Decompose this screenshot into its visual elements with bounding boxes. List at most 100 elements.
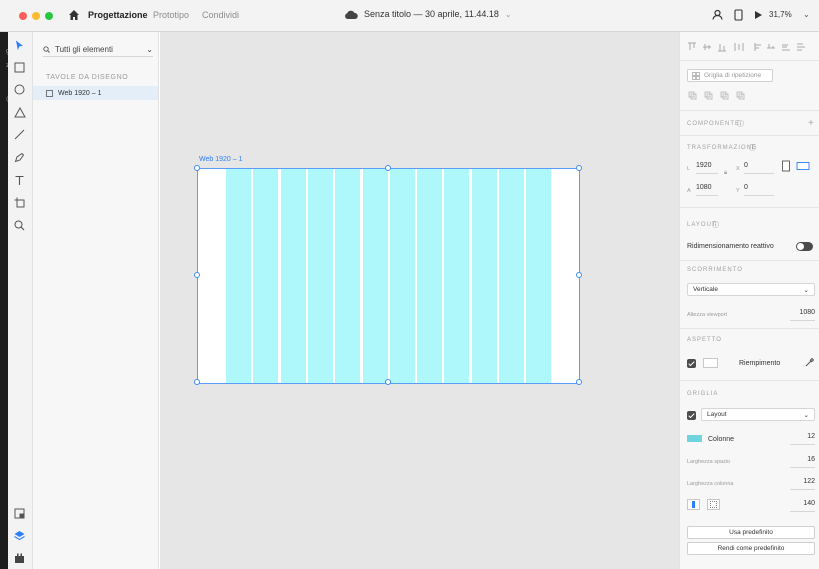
background-window-edge: g z @ [0,0,13,569]
tab-design[interactable]: Progettazione [88,10,148,20]
chevron-down-icon: ⌄ [504,9,512,19]
separate-margins-button[interactable] [707,499,720,510]
chevron-down-icon: ⌄ [803,286,809,294]
grid-column [471,169,497,383]
grid-section-title: GRIGLIA [687,391,719,397]
layers-filter[interactable]: Tutti gli elementi ⌄ [43,43,153,57]
mobile-preview-icon[interactable] [734,9,743,21]
plugins-icon[interactable] [13,551,26,564]
minimize-window-button[interactable] [32,12,40,20]
document-title-text: Senza titolo — 30 aprile, 11.44.18 [364,9,499,19]
columns-field[interactable]: 12 [790,433,815,445]
width-field[interactable]: 1920 [696,162,718,174]
divider [680,380,819,381]
divider [680,110,819,111]
text-tool-icon[interactable] [13,174,26,187]
x-field[interactable]: 0 [744,162,774,174]
select-tool-icon[interactable] [13,39,26,52]
chevron-down-icon: ⌄ [146,45,153,54]
margin-field[interactable]: 140 [790,500,815,512]
responsive-resize-label: Ridimensionamento reattivo [687,243,774,250]
info-icon[interactable]: ⓘ [749,143,756,153]
repeat-grid-button[interactable]: Griglia di ripetizione [687,69,773,82]
grid-type-dropdown[interactable]: Layout ⌄ [701,408,815,421]
divider [680,328,819,329]
grid-column [417,169,443,383]
grid-checkbox[interactable] [687,411,696,420]
design-canvas[interactable]: Web 1920 – 1 [160,32,679,569]
assets-icon[interactable] [13,507,26,520]
grid-column [253,169,279,383]
scroll-dropdown[interactable]: Verticale ⌄ [687,283,815,296]
add-component-icon[interactable]: + [808,118,814,129]
height-field[interactable]: 1080 [696,184,718,196]
linked-margins-icon [692,501,695,508]
viewport-height-label: Altezza viewport [687,312,728,318]
document-title[interactable]: Senza titolo — 30 aprile, 11.44.18 ⌄ [344,9,512,19]
y-label: Y [736,188,740,194]
zoom-level[interactable]: 31,7% [769,10,792,19]
viewport-height-field[interactable]: 1080 [790,309,815,321]
layers-icon[interactable] [13,529,26,542]
divider [680,207,819,208]
ellipse-tool-icon[interactable] [13,83,26,96]
use-default-button[interactable]: Usa predefinito [687,526,815,539]
divider [680,60,819,61]
zoom-tool-icon[interactable] [13,219,26,232]
play-icon[interactable] [754,10,763,20]
layer-item-artboard[interactable]: Web 1920 – 1 [33,86,158,100]
polygon-tool-icon[interactable] [13,106,26,119]
column-width-field[interactable]: 122 [790,478,815,490]
portrait-orientation-icon[interactable] [780,160,792,172]
layers-panel: Tutti gli elementi ⌄ TAVOLE DA DISEGNO W… [33,32,159,569]
maximize-window-button[interactable] [45,12,53,20]
grid-column [389,169,415,383]
x-label: X [736,166,740,172]
resize-handle-bottom[interactable] [385,379,391,385]
fill-color-swatch[interactable] [703,358,718,368]
resize-handle-left[interactable] [194,272,200,278]
artboard-tool-icon[interactable] [13,196,26,209]
eyedropper-icon[interactable] [804,357,815,368]
resize-handle-bottom-right[interactable] [576,379,582,385]
grid-type-value: Layout [707,411,727,418]
close-window-button[interactable] [19,12,27,20]
boolean-ops-icon[interactable] [688,91,750,100]
grid-color-swatch[interactable] [687,435,702,442]
align-tools-icon[interactable] [687,42,815,52]
tool-rail [8,32,33,569]
linked-margins-button[interactable] [687,499,700,510]
layers-section-title: TAVOLE DA DISEGNO [46,74,129,81]
y-field[interactable]: 0 [744,184,774,196]
info-icon[interactable]: ⓘ [737,119,744,129]
tab-share[interactable]: Condividi [202,10,239,20]
rectangle-tool-icon[interactable] [13,61,26,74]
user-icon[interactable] [712,9,723,20]
info-icon[interactable]: ⓘ [712,220,719,230]
cloud-icon [345,10,358,19]
resize-handle-bottom-left[interactable] [194,379,200,385]
line-tool-icon[interactable] [13,128,26,141]
responsive-resize-toggle[interactable] [796,242,813,251]
gutter-width-field[interactable]: 16 [790,456,815,468]
tab-prototype[interactable]: Prototipo [153,10,189,20]
height-label: A [687,188,691,194]
divider [680,260,819,261]
lock-aspect-icon[interactable]: 🔒︎ [724,170,727,177]
resize-handle-right[interactable] [576,272,582,278]
fill-checkbox[interactable] [687,359,696,368]
chevron-down-icon: ⌄ [803,411,809,419]
chevron-down-icon[interactable]: ⌄ [803,10,810,19]
make-default-button[interactable]: Rendi come predefinito [687,542,815,555]
home-icon[interactable] [68,9,80,21]
resize-handle-top-right[interactable] [576,165,582,171]
separate-margins-icon [710,501,717,508]
artboard[interactable] [194,165,582,385]
resize-handle-top[interactable] [385,165,391,171]
window-controls [19,12,53,20]
landscape-orientation-icon[interactable] [796,160,810,172]
artboard-label[interactable]: Web 1920 – 1 [199,156,242,163]
resize-handle-top-left[interactable] [194,165,200,171]
divider [680,135,819,136]
pen-tool-icon[interactable] [13,151,26,164]
